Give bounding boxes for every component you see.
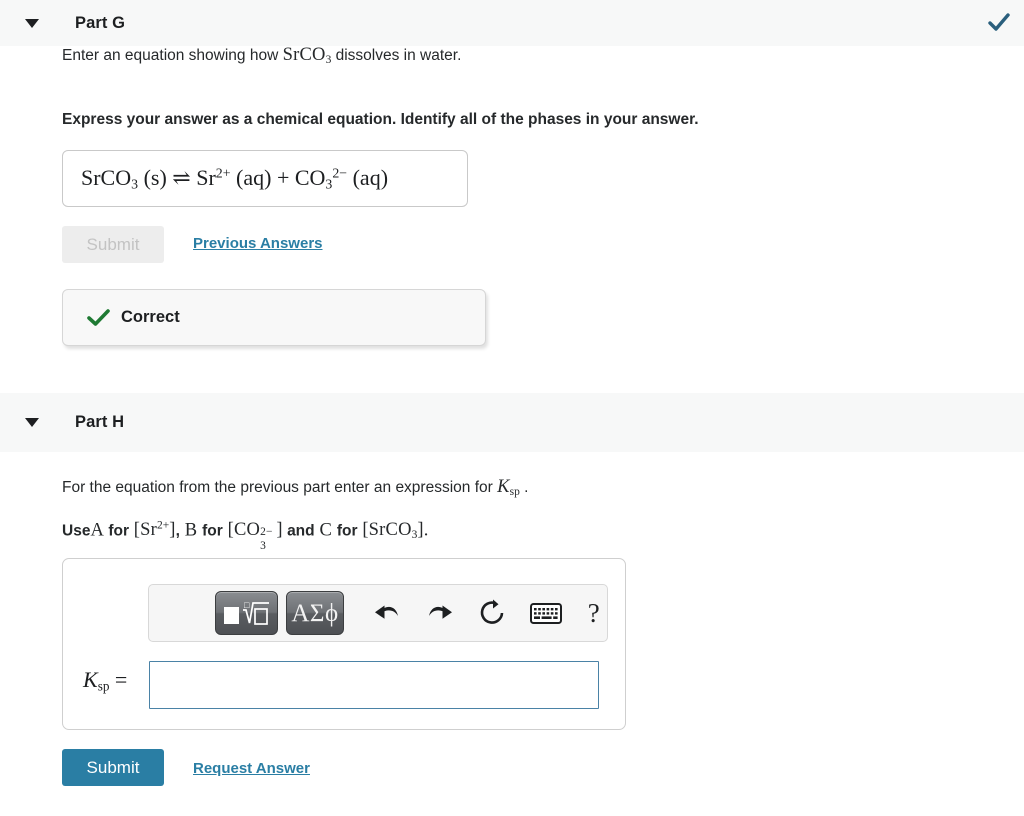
part-g-answer-box: SrCO3 (s) ⇌ Sr2+ (aq) + CO32− (aq): [62, 150, 468, 207]
formula-srco3: SrCO3: [282, 45, 332, 67]
concentration-co3: [CO 2− 3 ]: [222, 520, 283, 553]
concentration-sr: [Sr2+]: [128, 520, 176, 541]
greek-symbols-button[interactable]: ΑΣϕ: [285, 591, 345, 635]
caret-down-icon[interactable]: [25, 18, 39, 28]
help-button[interactable]: ?: [580, 593, 607, 633]
check-icon: [87, 308, 111, 328]
part-g-prompt: Enter an equation showing how SrCO3 diss…: [62, 45, 461, 66]
redo-button[interactable]: [422, 593, 456, 633]
instruction-and-b: and: [287, 522, 315, 540]
keyboard-button[interactable]: [527, 593, 565, 633]
check-icon: [988, 13, 1010, 33]
math-toolbar: □ ΑΣϕ ?: [148, 584, 608, 642]
prompt-text-post: dissolves in water.: [331, 47, 462, 64]
part-h-prompt: For the equation from the previous part …: [62, 477, 528, 498]
request-answer-link[interactable]: Request Answer: [193, 760, 310, 777]
part-g-feedback-box: Correct: [62, 289, 486, 346]
prompt-text-pre: For the equation from the previous part …: [62, 479, 498, 496]
undo-button[interactable]: [370, 593, 404, 633]
part-g-instruction: Express your answer as a chemical equati…: [62, 111, 699, 128]
greek-symbols-label: ΑΣϕ: [291, 599, 339, 627]
caret-down-icon[interactable]: [25, 418, 39, 427]
instruction-for-3: for: [336, 522, 358, 540]
question-mark-icon: ?: [587, 597, 600, 628]
feedback-label: Correct: [121, 308, 180, 326]
symbol-ksp: Ksp: [497, 477, 520, 499]
ksp-field-label: Ksp =: [83, 667, 128, 694]
ksp-input[interactable]: [149, 661, 599, 709]
part-g-title: Part G: [75, 13, 126, 32]
variable-a: A: [90, 520, 104, 541]
part-h-header[interactable]: Part H: [0, 393, 1024, 452]
concentration-srco3: [SrCO3]: [357, 520, 424, 542]
reset-button[interactable]: [475, 593, 509, 633]
instruction-for-1b: for: [108, 522, 129, 540]
prompt-text-pre: Enter an equation showing how: [62, 47, 283, 64]
reset-circular-arrow-icon: [480, 599, 503, 624]
part-g-answer-equation: SrCO3 (s) ⇌ Sr2+ (aq) + CO32− (aq): [81, 164, 389, 192]
template-sqrt-icon: □: [224, 600, 270, 625]
part-h-title: Part H: [75, 413, 125, 431]
part-h-submit-button[interactable]: Submit: [62, 749, 164, 786]
instruction-use: Use: [62, 522, 91, 540]
undo-arrow-icon: [375, 605, 399, 619]
part-g-header[interactable]: Part G: [0, 0, 1024, 46]
variable-b: B: [179, 520, 203, 541]
math-entry-panel: □ ΑΣϕ ? Ksp =: [62, 558, 626, 730]
svg-text:□: □: [244, 600, 250, 610]
prompt-text-post: .: [519, 479, 529, 496]
instruction-for-2: for: [202, 522, 223, 540]
keyboard-icon: [529, 602, 562, 624]
redo-arrow-icon: [428, 605, 452, 619]
part-h-instruction: UseA for [Sr2+], B for [CO 2− 3 ] and C fo…: [62, 520, 429, 553]
instruction-period: .: [423, 520, 429, 541]
template-sqrt-button[interactable]: □: [215, 591, 278, 635]
previous-answers-link[interactable]: Previous Answers: [193, 235, 323, 252]
variable-c: C: [314, 520, 337, 541]
part-g-submit-button: Submit: [62, 226, 164, 263]
